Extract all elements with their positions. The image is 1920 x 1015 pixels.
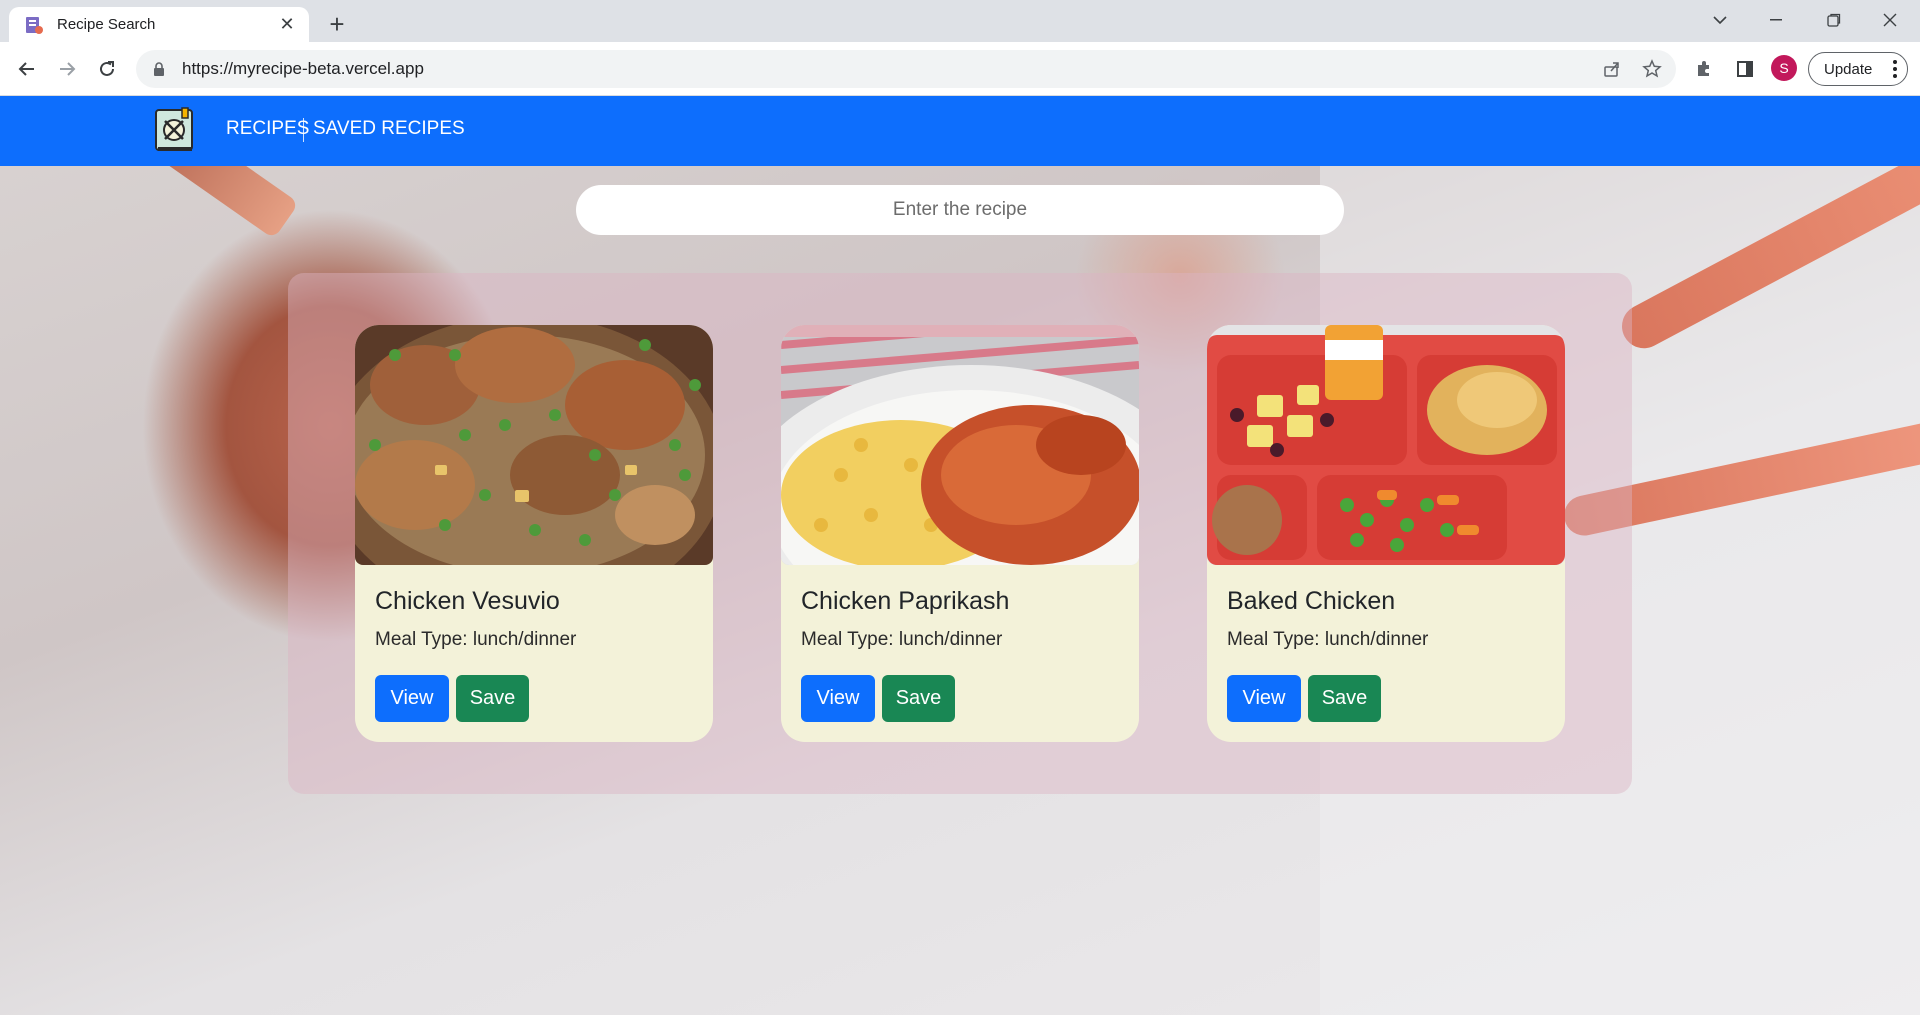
- update-label: Update: [1824, 60, 1873, 78]
- recipe-meal-type: Meal Type: lunch/dinner: [375, 629, 577, 650]
- lock-icon[interactable]: [150, 60, 168, 78]
- view-button[interactable]: View: [375, 675, 449, 722]
- share-icon[interactable]: [1598, 55, 1626, 83]
- browser-tab[interactable]: Recipe Search ✕: [9, 7, 309, 42]
- view-button[interactable]: View: [801, 675, 875, 722]
- side-panel-icon[interactable]: [1731, 55, 1759, 83]
- new-tab-icon[interactable]: +: [322, 9, 352, 39]
- nav-divider: [303, 118, 304, 142]
- tab-strip: Recipe Search ✕ +: [0, 0, 1920, 42]
- tab-title: Recipe Search: [57, 16, 156, 33]
- bookmark-star-icon[interactable]: [1638, 55, 1666, 83]
- reload-icon[interactable]: [91, 53, 123, 85]
- recipe-image: [1207, 325, 1565, 565]
- view-button[interactable]: View: [1227, 675, 1301, 722]
- minimize-icon[interactable]: [1748, 0, 1804, 40]
- recipe-image: [355, 325, 713, 565]
- tab-search-chevron-icon[interactable]: [1692, 0, 1748, 40]
- more-menu-icon[interactable]: [1893, 60, 1897, 78]
- browser-toolbar: https://myrecipe-beta.vercel.app S Updat…: [0, 42, 1920, 96]
- recipe-card: Baked Chicken Meal Type: lunch/dinner Vi…: [1207, 325, 1565, 742]
- nav-link-recipes[interactable]: RECIPES: [226, 118, 309, 140]
- recipe-title: Baked Chicken: [1227, 587, 1396, 615]
- close-window-icon[interactable]: [1862, 0, 1918, 40]
- save-button[interactable]: Save: [1308, 675, 1381, 722]
- save-button[interactable]: Save: [882, 675, 955, 722]
- recipe-logo-icon[interactable]: [152, 107, 198, 153]
- back-arrow-icon[interactable]: [11, 53, 43, 85]
- update-button[interactable]: Update: [1808, 52, 1908, 86]
- top-navbar: RECIPES SAVED RECIPES: [0, 96, 1920, 166]
- recipe-title: Chicken Paprikash: [801, 587, 1010, 615]
- forward-arrow-icon[interactable]: [51, 53, 83, 85]
- recipe-card: Chicken Paprikash Meal Type: lunch/dinne…: [781, 325, 1139, 742]
- profile-avatar[interactable]: S: [1771, 55, 1797, 81]
- recipe-title: Chicken Vesuvio: [375, 587, 560, 615]
- recipe-search-input[interactable]: [576, 185, 1344, 235]
- save-button[interactable]: Save: [456, 675, 529, 722]
- restore-icon[interactable]: [1806, 0, 1862, 40]
- recipe-card: Chicken Vesuvio Meal Type: lunch/dinner …: [355, 325, 713, 742]
- page-viewport: RECIPES SAVED RECIPES Enter the recipe C…: [0, 96, 1920, 1015]
- nav-link-saved-recipes[interactable]: SAVED RECIPES: [313, 118, 465, 140]
- close-tab-icon[interactable]: ✕: [277, 14, 297, 35]
- extensions-puzzle-icon[interactable]: [1690, 55, 1718, 83]
- recipe-favicon-icon: [23, 14, 45, 36]
- url-text[interactable]: https://myrecipe-beta.vercel.app: [182, 59, 1586, 79]
- recipe-meal-type: Meal Type: lunch/dinner: [1227, 629, 1429, 650]
- address-bar[interactable]: https://myrecipe-beta.vercel.app: [136, 50, 1676, 88]
- recipe-image: [781, 325, 1139, 565]
- recipe-meal-type: Meal Type: lunch/dinner: [801, 629, 1003, 650]
